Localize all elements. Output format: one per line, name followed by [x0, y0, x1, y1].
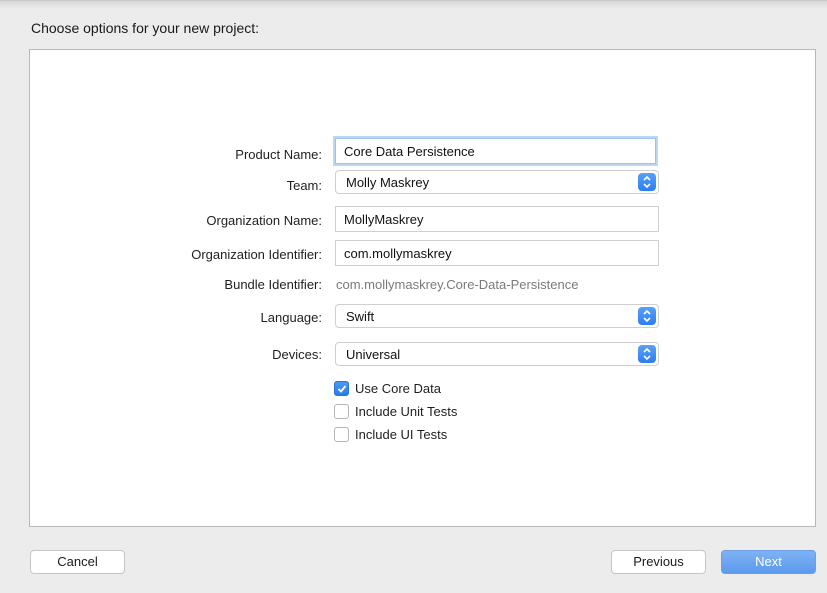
top-separator — [0, 1, 827, 9]
include-unit-tests-checkbox[interactable] — [334, 404, 349, 419]
use-core-data-checkbox-row[interactable]: Use Core Data — [334, 381, 441, 396]
devices-popup[interactable]: Universal — [335, 342, 659, 366]
organization-name-label: Organization Name: — [206, 213, 322, 228]
include-unit-tests-checkbox-row[interactable]: Include Unit Tests — [334, 404, 457, 419]
organization-identifier-field[interactable]: com.mollymaskrey — [335, 240, 659, 266]
organization-identifier-label: Organization Identifier: — [191, 247, 322, 262]
bundle-identifier-value: com.mollymaskrey.Core-Data-Persistence — [336, 277, 579, 292]
options-panel: Product Name: Core Data Persistence Team… — [29, 49, 816, 527]
include-unit-tests-label: Include Unit Tests — [355, 404, 458, 419]
bundle-identifier-label: Bundle Identifier: — [224, 277, 322, 292]
team-label: Team: — [286, 178, 322, 193]
language-label: Language: — [260, 310, 322, 325]
include-ui-tests-checkbox[interactable] — [334, 427, 349, 442]
include-ui-tests-checkbox-row[interactable]: Include UI Tests — [334, 427, 447, 442]
popup-arrows-icon — [638, 173, 656, 191]
product-name-label: Product Name: — [235, 147, 322, 162]
devices-value: Universal — [346, 347, 401, 362]
product-name-field[interactable]: Core Data Persistence — [335, 138, 656, 164]
use-core-data-checkbox[interactable] — [334, 381, 349, 396]
popup-arrows-icon — [638, 345, 656, 363]
team-value: Molly Maskrey — [346, 175, 430, 190]
devices-label: Devices: — [272, 347, 322, 362]
dialog-title: Choose options for your new project: — [31, 20, 260, 36]
language-popup[interactable]: Swift — [335, 304, 659, 328]
use-core-data-label: Use Core Data — [355, 381, 441, 396]
new-project-dialog: Choose options for your new project: Pro… — [0, 0, 827, 593]
previous-button[interactable]: Previous — [611, 550, 706, 574]
organization-name-field[interactable]: MollyMaskrey — [335, 206, 659, 232]
cancel-button[interactable]: Cancel — [30, 550, 125, 574]
team-popup[interactable]: Molly Maskrey — [335, 170, 659, 194]
popup-arrows-icon — [638, 307, 656, 325]
language-value: Swift — [346, 309, 375, 324]
include-ui-tests-label: Include UI Tests — [355, 427, 448, 442]
next-button[interactable]: Next — [721, 550, 816, 574]
